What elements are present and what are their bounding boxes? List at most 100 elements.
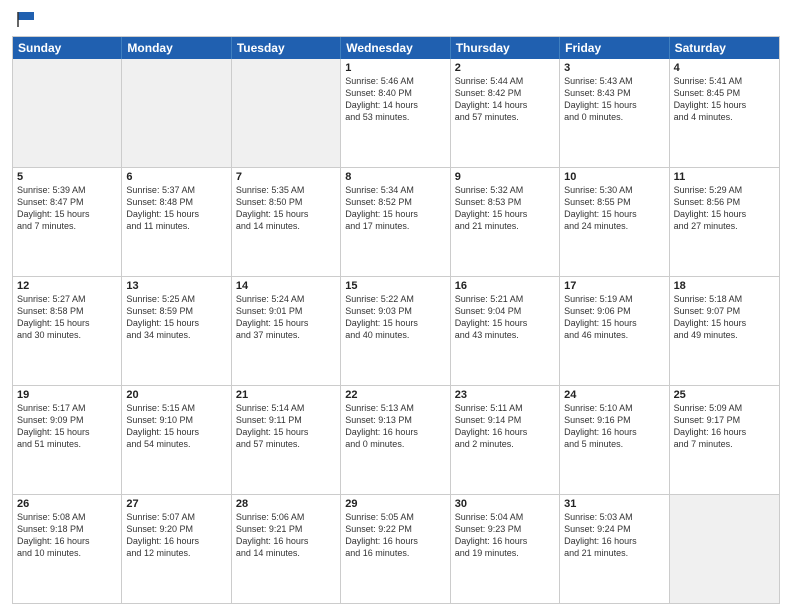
cal-cell-0-5: 3Sunrise: 5:43 AM Sunset: 8:43 PM Daylig… <box>560 59 669 167</box>
day-info: Sunrise: 5:06 AM Sunset: 9:21 PM Dayligh… <box>236 511 336 560</box>
cal-cell-3-0: 19Sunrise: 5:17 AM Sunset: 9:09 PM Dayli… <box>13 386 122 494</box>
cal-cell-0-3: 1Sunrise: 5:46 AM Sunset: 8:40 PM Daylig… <box>341 59 450 167</box>
day-info: Sunrise: 5:44 AM Sunset: 8:42 PM Dayligh… <box>455 75 555 124</box>
cal-header-monday: Monday <box>122 37 231 59</box>
day-info: Sunrise: 5:08 AM Sunset: 9:18 PM Dayligh… <box>17 511 117 560</box>
cal-cell-0-2 <box>232 59 341 167</box>
day-info: Sunrise: 5:25 AM Sunset: 8:59 PM Dayligh… <box>126 293 226 342</box>
day-info: Sunrise: 5:24 AM Sunset: 9:01 PM Dayligh… <box>236 293 336 342</box>
day-info: Sunrise: 5:35 AM Sunset: 8:50 PM Dayligh… <box>236 184 336 233</box>
day-number: 30 <box>455 498 555 510</box>
cal-cell-2-6: 18Sunrise: 5:18 AM Sunset: 9:07 PM Dayli… <box>670 277 779 385</box>
day-number: 5 <box>17 171 117 183</box>
cal-cell-1-5: 10Sunrise: 5:30 AM Sunset: 8:55 PM Dayli… <box>560 168 669 276</box>
day-number: 24 <box>564 389 664 401</box>
cal-cell-4-2: 28Sunrise: 5:06 AM Sunset: 9:21 PM Dayli… <box>232 495 341 603</box>
day-info: Sunrise: 5:32 AM Sunset: 8:53 PM Dayligh… <box>455 184 555 233</box>
day-number: 31 <box>564 498 664 510</box>
cal-header-sunday: Sunday <box>13 37 122 59</box>
day-number: 22 <box>345 389 445 401</box>
day-number: 2 <box>455 62 555 74</box>
header <box>12 10 780 28</box>
day-number: 13 <box>126 280 226 292</box>
logo-flag-icon <box>14 10 36 28</box>
day-number: 11 <box>674 171 775 183</box>
day-info: Sunrise: 5:27 AM Sunset: 8:58 PM Dayligh… <box>17 293 117 342</box>
cal-cell-3-3: 22Sunrise: 5:13 AM Sunset: 9:13 PM Dayli… <box>341 386 450 494</box>
cal-cell-3-1: 20Sunrise: 5:15 AM Sunset: 9:10 PM Dayli… <box>122 386 231 494</box>
day-number: 20 <box>126 389 226 401</box>
day-info: Sunrise: 5:46 AM Sunset: 8:40 PM Dayligh… <box>345 75 445 124</box>
cal-cell-3-2: 21Sunrise: 5:14 AM Sunset: 9:11 PM Dayli… <box>232 386 341 494</box>
cal-cell-2-3: 15Sunrise: 5:22 AM Sunset: 9:03 PM Dayli… <box>341 277 450 385</box>
day-info: Sunrise: 5:14 AM Sunset: 9:11 PM Dayligh… <box>236 402 336 451</box>
cal-cell-4-5: 31Sunrise: 5:03 AM Sunset: 9:24 PM Dayli… <box>560 495 669 603</box>
day-number: 17 <box>564 280 664 292</box>
cal-header-friday: Friday <box>560 37 669 59</box>
cal-header-saturday: Saturday <box>670 37 779 59</box>
day-info: Sunrise: 5:05 AM Sunset: 9:22 PM Dayligh… <box>345 511 445 560</box>
day-number: 1 <box>345 62 445 74</box>
logo <box>12 10 36 28</box>
cal-cell-0-1 <box>122 59 231 167</box>
cal-cell-4-3: 29Sunrise: 5:05 AM Sunset: 9:22 PM Dayli… <box>341 495 450 603</box>
cal-cell-2-1: 13Sunrise: 5:25 AM Sunset: 8:59 PM Dayli… <box>122 277 231 385</box>
cal-cell-1-6: 11Sunrise: 5:29 AM Sunset: 8:56 PM Dayli… <box>670 168 779 276</box>
day-info: Sunrise: 5:18 AM Sunset: 9:07 PM Dayligh… <box>674 293 775 342</box>
day-number: 15 <box>345 280 445 292</box>
day-number: 27 <box>126 498 226 510</box>
day-number: 19 <box>17 389 117 401</box>
cal-header-wednesday: Wednesday <box>341 37 450 59</box>
day-number: 12 <box>17 280 117 292</box>
day-info: Sunrise: 5:39 AM Sunset: 8:47 PM Dayligh… <box>17 184 117 233</box>
day-number: 14 <box>236 280 336 292</box>
cal-cell-1-3: 8Sunrise: 5:34 AM Sunset: 8:52 PM Daylig… <box>341 168 450 276</box>
day-info: Sunrise: 5:30 AM Sunset: 8:55 PM Dayligh… <box>564 184 664 233</box>
cal-week-3: 19Sunrise: 5:17 AM Sunset: 9:09 PM Dayli… <box>13 386 779 495</box>
cal-cell-4-4: 30Sunrise: 5:04 AM Sunset: 9:23 PM Dayli… <box>451 495 560 603</box>
cal-cell-2-4: 16Sunrise: 5:21 AM Sunset: 9:04 PM Dayli… <box>451 277 560 385</box>
cal-week-1: 5Sunrise: 5:39 AM Sunset: 8:47 PM Daylig… <box>13 168 779 277</box>
day-info: Sunrise: 5:17 AM Sunset: 9:09 PM Dayligh… <box>17 402 117 451</box>
cal-cell-2-5: 17Sunrise: 5:19 AM Sunset: 9:06 PM Dayli… <box>560 277 669 385</box>
cal-cell-1-0: 5Sunrise: 5:39 AM Sunset: 8:47 PM Daylig… <box>13 168 122 276</box>
day-number: 7 <box>236 171 336 183</box>
day-number: 29 <box>345 498 445 510</box>
cal-week-4: 26Sunrise: 5:08 AM Sunset: 9:18 PM Dayli… <box>13 495 779 603</box>
day-info: Sunrise: 5:37 AM Sunset: 8:48 PM Dayligh… <box>126 184 226 233</box>
day-info: Sunrise: 5:34 AM Sunset: 8:52 PM Dayligh… <box>345 184 445 233</box>
day-number: 28 <box>236 498 336 510</box>
cal-cell-3-5: 24Sunrise: 5:10 AM Sunset: 9:16 PM Dayli… <box>560 386 669 494</box>
calendar-body: 1Sunrise: 5:46 AM Sunset: 8:40 PM Daylig… <box>13 59 779 603</box>
day-number: 26 <box>17 498 117 510</box>
day-info: Sunrise: 5:19 AM Sunset: 9:06 PM Dayligh… <box>564 293 664 342</box>
day-info: Sunrise: 5:09 AM Sunset: 9:17 PM Dayligh… <box>674 402 775 451</box>
cal-cell-1-1: 6Sunrise: 5:37 AM Sunset: 8:48 PM Daylig… <box>122 168 231 276</box>
cal-week-2: 12Sunrise: 5:27 AM Sunset: 8:58 PM Dayli… <box>13 277 779 386</box>
page-container: SundayMondayTuesdayWednesdayThursdayFrid… <box>0 0 792 612</box>
cal-cell-2-2: 14Sunrise: 5:24 AM Sunset: 9:01 PM Dayli… <box>232 277 341 385</box>
cal-cell-4-1: 27Sunrise: 5:07 AM Sunset: 9:20 PM Dayli… <box>122 495 231 603</box>
day-number: 18 <box>674 280 775 292</box>
day-number: 6 <box>126 171 226 183</box>
day-number: 4 <box>674 62 775 74</box>
day-info: Sunrise: 5:07 AM Sunset: 9:20 PM Dayligh… <box>126 511 226 560</box>
cal-cell-0-0 <box>13 59 122 167</box>
day-number: 25 <box>674 389 775 401</box>
day-info: Sunrise: 5:41 AM Sunset: 8:45 PM Dayligh… <box>674 75 775 124</box>
day-number: 21 <box>236 389 336 401</box>
day-info: Sunrise: 5:22 AM Sunset: 9:03 PM Dayligh… <box>345 293 445 342</box>
day-info: Sunrise: 5:43 AM Sunset: 8:43 PM Dayligh… <box>564 75 664 124</box>
cal-cell-3-6: 25Sunrise: 5:09 AM Sunset: 9:17 PM Dayli… <box>670 386 779 494</box>
day-info: Sunrise: 5:03 AM Sunset: 9:24 PM Dayligh… <box>564 511 664 560</box>
cal-cell-0-4: 2Sunrise: 5:44 AM Sunset: 8:42 PM Daylig… <box>451 59 560 167</box>
cal-cell-1-4: 9Sunrise: 5:32 AM Sunset: 8:53 PM Daylig… <box>451 168 560 276</box>
cal-header-tuesday: Tuesday <box>232 37 341 59</box>
cal-header-thursday: Thursday <box>451 37 560 59</box>
day-info: Sunrise: 5:15 AM Sunset: 9:10 PM Dayligh… <box>126 402 226 451</box>
cal-cell-1-2: 7Sunrise: 5:35 AM Sunset: 8:50 PM Daylig… <box>232 168 341 276</box>
day-number: 16 <box>455 280 555 292</box>
cal-cell-3-4: 23Sunrise: 5:11 AM Sunset: 9:14 PM Dayli… <box>451 386 560 494</box>
cal-cell-2-0: 12Sunrise: 5:27 AM Sunset: 8:58 PM Dayli… <box>13 277 122 385</box>
cal-cell-4-0: 26Sunrise: 5:08 AM Sunset: 9:18 PM Dayli… <box>13 495 122 603</box>
